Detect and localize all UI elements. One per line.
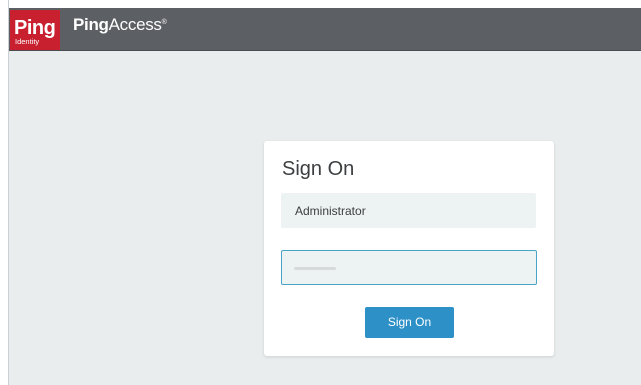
top-strip	[9, 0, 641, 8]
sign-on-card: Sign On Sign On	[264, 141, 554, 356]
ping-identity-logo: Ping Identity	[10, 10, 60, 50]
password-mask	[294, 267, 336, 270]
left-edge-divider	[8, 0, 9, 385]
logo-word: Ping	[14, 17, 56, 39]
password-field[interactable]	[281, 250, 537, 285]
left-edge	[0, 0, 8, 385]
product-name: PingAccess®	[73, 15, 167, 35]
product-name-rest: Access	[108, 15, 162, 34]
sign-on-button[interactable]: Sign On	[365, 307, 454, 338]
registered-mark: ®	[161, 19, 167, 26]
product-name-bold: Ping	[73, 15, 109, 34]
username-field[interactable]	[281, 193, 536, 228]
sign-on-title: Sign On	[282, 158, 355, 180]
logo-subtext: Identity	[15, 37, 40, 46]
